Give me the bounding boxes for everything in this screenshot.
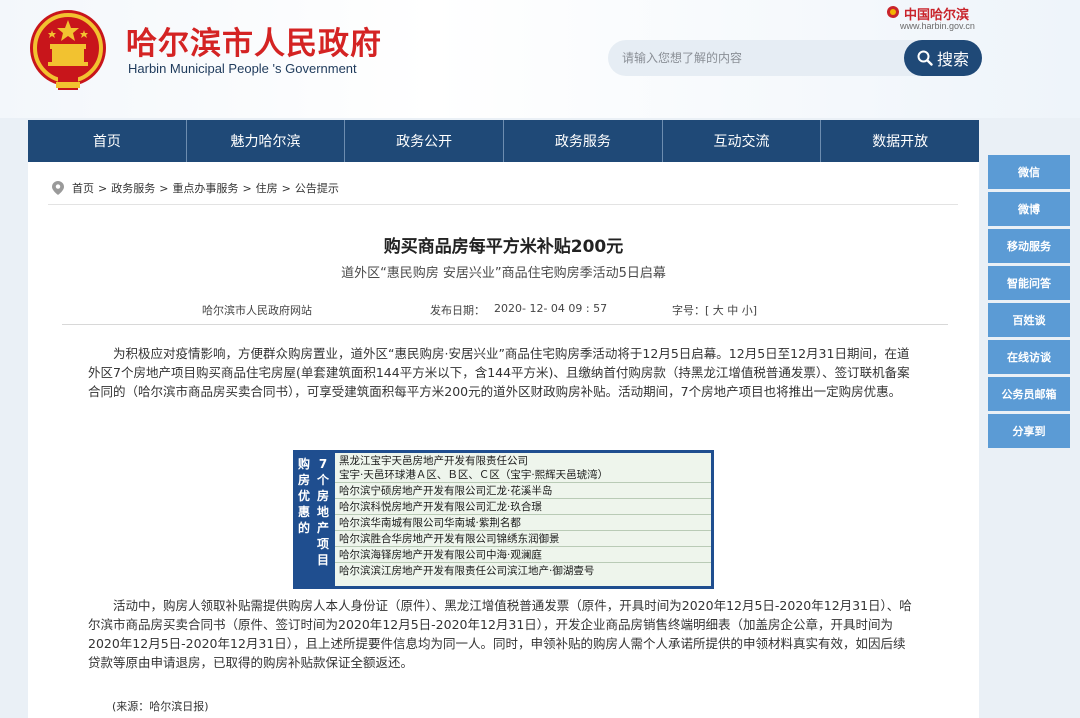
nav-interaction[interactable]: 互动交流 <box>662 120 822 162</box>
side-weibo[interactable]: 微博 <box>988 192 1070 226</box>
side-online-interview[interactable]: 在线访谈 <box>988 340 1070 374</box>
article-source-note: (来源：哈尔滨日报) <box>112 700 209 713</box>
breadcrumb-key-services[interactable]: 重点办事服务 <box>172 180 238 196</box>
search-icon <box>917 50 933 66</box>
meta-divider <box>62 324 948 325</box>
discount-projects-poster: 购房优惠的 7个房地产项目 黑龙江宝宇天邑房地产开发有限责任公司 宝宇·天邑环球… <box>293 450 714 589</box>
harbin-logo-icon <box>887 6 899 18</box>
breadcrumb-housing[interactable]: 住房 <box>256 180 278 196</box>
list-item: 哈尔滨胜合华房地产开发有限公司锦绣东润御景 <box>335 531 711 547</box>
breadcrumb-separator: > <box>159 181 169 195</box>
article-title: 购买商品房每平方米补贴200元 <box>383 237 624 257</box>
breadcrumb-separator: > <box>98 181 108 195</box>
breadcrumb-notices[interactable]: 公告提示 <box>295 180 339 196</box>
breadcrumb-divider <box>48 204 958 205</box>
side-toolbar: 微信 微博 移动服务 智能问答 百姓谈 在线访谈 公务员邮箱 分享到 <box>988 155 1070 451</box>
nav-charm-harbin[interactable]: 魅力哈尔滨 <box>186 120 346 162</box>
list-item: 哈尔滨宁硕房地产开发有限公司汇龙·花溪半岛 <box>335 483 711 499</box>
harbin-brand[interactable]: 中国哈尔滨 www.harbin.gov.cn <box>886 4 1006 34</box>
location-pin-icon <box>52 181 64 195</box>
breadcrumb: 首页 > 政务服务 > 重点办事服务 > 住房 > 公告提示 <box>52 180 339 196</box>
list-item: 哈尔滨海铎房地产开发有限公司中海·观澜庭 <box>335 547 711 563</box>
side-share[interactable]: 分享到 <box>988 414 1070 448</box>
side-public-talk[interactable]: 百姓谈 <box>988 303 1070 337</box>
nav-home[interactable]: 首页 <box>28 120 187 162</box>
breadcrumb-separator: > <box>281 181 291 195</box>
search-button[interactable]: 搜索 <box>904 40 982 76</box>
article-source-site: 哈尔滨市人民政府网站 <box>202 304 312 317</box>
publish-date: 2020- 12- 04 09 : 57 <box>494 302 608 315</box>
list-item: 黑龙江宝宇天邑房地产开发有限责任公司 宝宇·天邑环球港Ａ区、Ｂ区、Ｃ区（宝宇·熙… <box>335 453 711 483</box>
side-smart-qa[interactable]: 智能问答 <box>988 266 1070 300</box>
search-button-label: 搜索 <box>936 50 969 69</box>
nav-government-services[interactable]: 政务服务 <box>504 120 663 162</box>
breadcrumb-home[interactable]: 首页 <box>72 180 94 196</box>
site-subtitle: Harbin Municipal People 's Government <box>128 61 357 76</box>
national-emblem-icon <box>30 10 106 90</box>
list-item: 哈尔滨科悦房地产开发有限公司汇龙·玖合璟 <box>335 499 711 515</box>
list-item: 哈尔滨滨江房地产开发有限责任公司滨江地产·御湖壹号 <box>339 565 595 577</box>
article-paragraph-2: 活动中，购房人领取补贴需提供购房人本人身份证（原件）、黑龙江增值税普通发票（原件… <box>88 598 912 670</box>
side-civil-servant-mail[interactable]: 公务员邮箱 <box>988 377 1070 411</box>
nav-government-affairs[interactable]: 政务公开 <box>345 120 505 162</box>
nav-open-data[interactable]: 数据开放 <box>821 120 980 162</box>
article-subtitle: 道外区“惠民购房 安居兴业”商品住宅购房季活动5日启幕 <box>341 266 666 281</box>
site-header: 哈尔滨市人民政府 Harbin Municipal People 's Gove… <box>0 0 1080 118</box>
brand-url: www.harbin.gov.cn <box>900 21 975 31</box>
poster-label-left: 购房优惠的 <box>297 457 310 535</box>
article-paragraph-1: 为积极应对疫情影响，方便群众购房置业，道外区“惠民购房·安居兴业”商品住宅购房季… <box>88 346 910 399</box>
breadcrumb-government-services[interactable]: 政务服务 <box>111 180 155 196</box>
site-title: 哈尔滨市人民政府 <box>126 26 382 62</box>
side-wechat[interactable]: 微信 <box>988 155 1070 189</box>
font-size-switcher[interactable]: 字号：[ 大 中 小] <box>672 302 757 318</box>
search-box: 搜索 <box>608 40 982 76</box>
main-nav: 首页 魅力哈尔滨 政务公开 政务服务 互动交流 数据开放 <box>28 120 980 162</box>
side-mobile-service[interactable]: 移动服务 <box>988 229 1070 263</box>
breadcrumb-separator: > <box>242 181 252 195</box>
search-input[interactable] <box>608 40 926 76</box>
list-item: 哈尔滨华南城有限公司华南城·紫荆名都 <box>335 515 711 531</box>
content-panel: 首页 > 政务服务 > 重点办事服务 > 住房 > 公告提示 购买商品房每平方米… <box>28 162 979 718</box>
poster-label-right: 7个房地产项目 <box>316 457 329 567</box>
publish-date-label: 发布日期： <box>430 304 485 317</box>
poster-project-list: 黑龙江宝宇天邑房地产开发有限责任公司 宝宇·天邑环球港Ａ区、Ｂ区、Ｃ区（宝宇·熙… <box>335 453 711 586</box>
